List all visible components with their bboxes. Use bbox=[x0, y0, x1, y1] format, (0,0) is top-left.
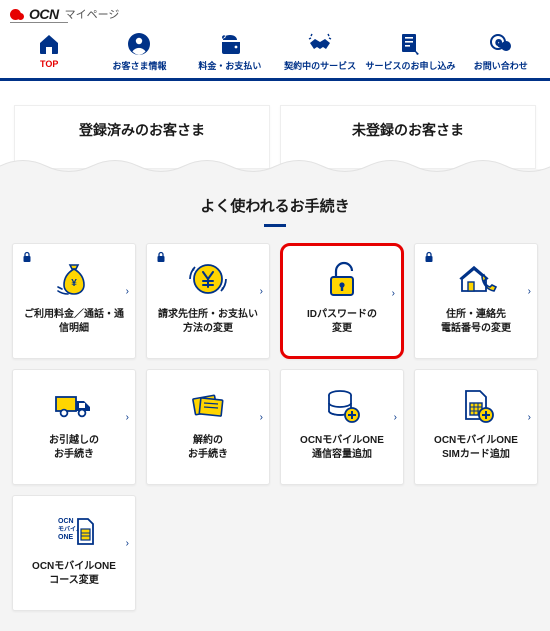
brand-name: OCN bbox=[29, 6, 59, 22]
top-nav: TOP お客さま情報 料金・お支払い 契約中のサービス サービスのお申し込み Q… bbox=[0, 23, 550, 81]
lock-icon bbox=[423, 250, 435, 262]
chat-icon: QA bbox=[456, 31, 546, 57]
money-bag-icon: ¥ bbox=[17, 256, 131, 302]
card-label: IDパスワードの 変更 bbox=[287, 308, 397, 336]
padlock-open-icon bbox=[287, 256, 397, 302]
nav-label: サービスのお申し込み bbox=[365, 59, 455, 72]
popular-section: よく使われるお手続き ¥ › ご利用料金／通話・通 信明細 › 請求先住所・お支… bbox=[0, 169, 550, 631]
nav-label: お客さま情報 bbox=[94, 59, 184, 72]
accent-bar bbox=[264, 224, 286, 227]
nav-label: 契約中のサービス bbox=[275, 59, 365, 72]
card-cancel[interactable]: › 解約の お手続き bbox=[146, 369, 270, 485]
svg-text:Q: Q bbox=[496, 40, 502, 47]
documents-icon bbox=[151, 382, 265, 428]
svg-text:ONE: ONE bbox=[58, 534, 74, 541]
card-billing-change[interactable]: › 請求先住所・お支払い 方法の変更 bbox=[146, 243, 270, 359]
ocn-logo-mark bbox=[10, 9, 21, 20]
card-label: 解約の お手続き bbox=[151, 434, 265, 462]
card-sim-add[interactable]: › OCNモバイルONE SIMカード追加 bbox=[414, 369, 538, 485]
form-icon bbox=[365, 31, 455, 57]
card-usage-fee[interactable]: ¥ › ご利用料金／通話・通 信明細 bbox=[12, 243, 136, 359]
truck-icon bbox=[17, 382, 131, 428]
wallet-icon bbox=[185, 31, 275, 57]
home-icon bbox=[4, 31, 94, 57]
nav-label: TOP bbox=[4, 59, 94, 69]
database-plus-icon bbox=[285, 382, 399, 428]
card-label: ご利用料金／通話・通 信明細 bbox=[17, 308, 131, 336]
popular-title: よく使われるお手続き bbox=[12, 195, 538, 216]
chevron-right-icon: › bbox=[126, 286, 129, 297]
card-label: OCNモバイルONE コース変更 bbox=[17, 560, 131, 588]
chevron-right-icon: › bbox=[126, 412, 129, 423]
card-course-change[interactable]: OCNモバイルONE › OCNモバイルONE コース変更 bbox=[12, 495, 136, 611]
card-moving[interactable]: › お引越しの お手続き bbox=[12, 369, 136, 485]
nav-apply[interactable]: サービスのお申し込み bbox=[365, 29, 455, 78]
registered-title: 登録済みのお客さま bbox=[15, 120, 269, 140]
card-mobile-data-add[interactable]: › OCNモバイルONE 通信容量追加 bbox=[280, 369, 404, 485]
page-title: マイページ bbox=[65, 6, 120, 22]
sim-text-icon: OCNモバイルONE bbox=[17, 508, 131, 554]
house-phone-icon bbox=[419, 256, 533, 302]
chevron-right-icon: › bbox=[260, 286, 263, 297]
user-icon bbox=[94, 31, 184, 57]
chevron-right-icon: › bbox=[126, 538, 129, 549]
wave-divider bbox=[0, 155, 550, 177]
card-label: お引越しの お手続き bbox=[17, 434, 131, 462]
nav-customer[interactable]: お客さま情報 bbox=[94, 29, 184, 78]
nav-contact[interactable]: QA お問い合わせ bbox=[456, 29, 546, 78]
svg-text:A: A bbox=[504, 45, 509, 51]
brand-header: OCN マイページ bbox=[0, 0, 550, 24]
card-address-phone[interactable]: › 住所・連絡先 電話番号の変更 bbox=[414, 243, 538, 359]
card-label: 住所・連絡先 電話番号の変更 bbox=[419, 308, 533, 336]
nav-billing[interactable]: 料金・お支払い bbox=[185, 29, 275, 78]
chevron-right-icon: › bbox=[392, 288, 395, 299]
chevron-right-icon: › bbox=[528, 286, 531, 297]
svg-text:¥: ¥ bbox=[71, 278, 77, 289]
lock-icon bbox=[21, 250, 33, 262]
nav-contracts[interactable]: 契約中のサービス bbox=[275, 29, 365, 78]
yen-circle-icon bbox=[151, 256, 265, 302]
chevron-right-icon: › bbox=[260, 412, 263, 423]
handshake-icon bbox=[275, 31, 365, 57]
card-id-password[interactable]: › IDパスワードの 変更 bbox=[280, 243, 404, 359]
unregistered-title: 未登録のお客さま bbox=[281, 120, 535, 140]
card-label: 請求先住所・お支払い 方法の変更 bbox=[151, 308, 265, 336]
lock-icon bbox=[155, 250, 167, 262]
svg-text:OCN: OCN bbox=[58, 518, 74, 525]
card-grid: ¥ › ご利用料金／通話・通 信明細 › 請求先住所・お支払い 方法の変更 › bbox=[12, 243, 538, 611]
nav-label: 料金・お支払い bbox=[185, 59, 275, 72]
card-label: OCNモバイルONE 通信容量追加 bbox=[285, 434, 399, 462]
sim-plus-icon bbox=[419, 382, 533, 428]
nav-label: お問い合わせ bbox=[456, 59, 546, 72]
nav-top[interactable]: TOP bbox=[4, 29, 94, 78]
card-label: OCNモバイルONE SIMカード追加 bbox=[419, 434, 533, 462]
chevron-right-icon: › bbox=[394, 412, 397, 423]
chevron-right-icon: › bbox=[528, 412, 531, 423]
